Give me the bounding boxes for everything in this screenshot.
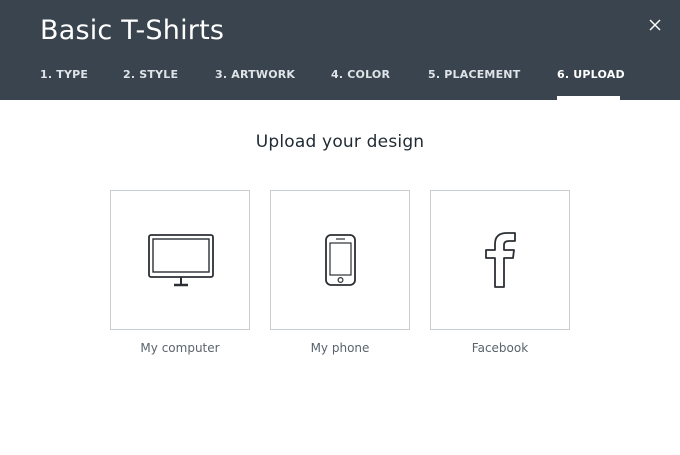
- tab-style[interactable]: 2. STYLE: [123, 68, 178, 100]
- tab-placement[interactable]: 5. PLACEMENT: [428, 68, 520, 100]
- phone-icon: [325, 234, 356, 286]
- upload-from-facebook-button[interactable]: [430, 190, 570, 330]
- monitor-icon: [148, 234, 214, 287]
- upload-from-computer-button[interactable]: [110, 190, 250, 330]
- step-tabs: 1. TYPE 2. STYLE 3. ARTWORK 4. COLOR 5. …: [0, 0, 680, 100]
- tab-artwork[interactable]: 3. ARTWORK: [215, 68, 295, 100]
- header-bar: Basic T-Shirts 1. TYPE 2. STYLE 3. ARTWO…: [0, 0, 680, 100]
- phone-label: My phone: [310, 341, 370, 355]
- facebook-icon: [485, 232, 516, 288]
- tab-upload[interactable]: 6. UPLOAD: [557, 68, 625, 100]
- tab-type[interactable]: 1. TYPE: [40, 68, 88, 100]
- facebook-label: Facebook: [471, 341, 529, 355]
- upload-from-phone-button[interactable]: [270, 190, 410, 330]
- upload-heading: Upload your design: [255, 132, 425, 152]
- computer-label: My computer: [140, 341, 220, 355]
- tab-color[interactable]: 4. COLOR: [331, 68, 390, 100]
